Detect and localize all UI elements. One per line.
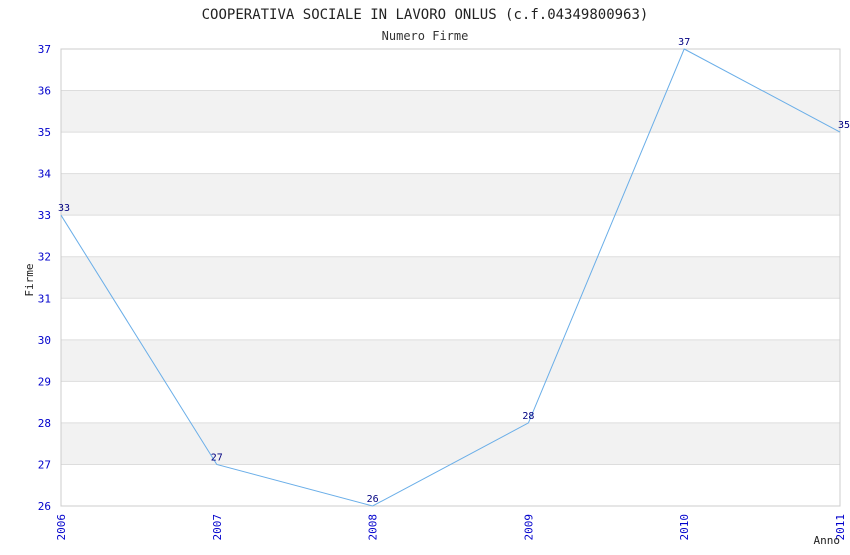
y-tick-label: 32 — [38, 251, 51, 264]
data-label: 37 — [678, 37, 690, 48]
x-tick-label: 2007 — [211, 514, 224, 541]
grid-band — [61, 339, 840, 382]
y-tick-label: 36 — [38, 85, 51, 98]
data-label: 26 — [367, 494, 379, 505]
grid-band — [61, 256, 840, 299]
chart-svg: 26 27 28 29 30 31 32 33 34 35 36 37 2006 2007 2008 200… — [23, 7, 850, 547]
y-tick-label: 28 — [38, 417, 51, 430]
grid-band — [61, 422, 840, 465]
x-tick-label: 2009 — [522, 514, 535, 541]
x-tick-label: 2010 — [678, 514, 691, 541]
y-tick-label: 35 — [38, 126, 51, 139]
data-label: 35 — [838, 120, 850, 131]
y-tick-label: 30 — [38, 334, 51, 347]
data-label: 28 — [522, 411, 534, 422]
chart: 26 27 28 29 30 31 32 33 34 35 36 37 2006 2007 2008 200… — [0, 0, 850, 550]
x-axis-title: Anno — [814, 534, 841, 547]
y-tick-label: 29 — [38, 375, 51, 388]
x-tick-label: 2006 — [55, 514, 68, 541]
chart-title: COOPERATIVA SOCIALE IN LAVORO ONLUS (c.f… — [202, 7, 649, 23]
y-axis: 26 27 28 29 30 31 32 33 34 35 36 37 — [38, 43, 52, 513]
y-tick-label: 37 — [38, 43, 51, 56]
data-label: 27 — [211, 452, 223, 463]
y-tick-label: 26 — [38, 500, 51, 513]
y-axis-title: Firme — [23, 263, 36, 296]
x-tick-label: 2008 — [367, 514, 380, 541]
y-tick-label: 33 — [38, 209, 51, 222]
y-tick-label: 34 — [38, 168, 52, 181]
chart-subtitle: Numero Firme — [382, 29, 469, 43]
y-tick-label: 27 — [38, 458, 51, 471]
grid-band — [61, 90, 840, 133]
grid-bands — [61, 90, 840, 465]
grid-band — [61, 173, 840, 216]
y-tick-label: 31 — [38, 292, 51, 305]
x-axis: 2006 2007 2008 2009 2010 2011 — [55, 514, 847, 541]
data-label: 33 — [58, 203, 70, 214]
